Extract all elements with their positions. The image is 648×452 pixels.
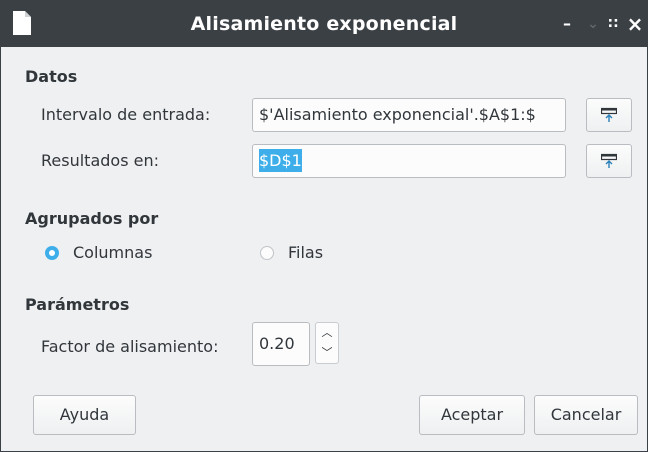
close-button[interactable]: × xyxy=(625,14,645,34)
window-title: Alisamiento exponencial xyxy=(190,13,458,35)
input-range-label: Intervalo de entrada: xyxy=(41,105,211,124)
chevron-up-icon[interactable]: ︿ xyxy=(316,323,338,343)
cancel-button[interactable]: Cancelar xyxy=(534,395,638,435)
input-range-value: $'Alisamiento exponencial'.$A$1:$ xyxy=(259,105,536,124)
radio-filas-label[interactable]: Filas xyxy=(288,243,323,262)
exponential-smoothing-dialog: Alisamiento exponencial – ⌄ ∷ × Datos In… xyxy=(0,0,648,452)
smoothing-factor-spinner[interactable]: ︿ ﹀ xyxy=(315,322,339,364)
shade-button[interactable]: ⌄ xyxy=(583,14,603,34)
smoothing-factor-label: Factor de alisamiento: xyxy=(41,337,219,356)
radio-filas[interactable] xyxy=(260,246,274,260)
section-grouped-heading: Agrupados por xyxy=(25,209,159,228)
chevron-down-icon[interactable]: ﹀ xyxy=(316,343,338,363)
smoothing-factor-value: 0.20 xyxy=(259,334,295,353)
input-range-field[interactable]: $'Alisamiento exponencial'.$A$1:$ xyxy=(252,98,566,132)
shrink-dialog-icon xyxy=(601,107,617,122)
results-field[interactable]: $D$1 xyxy=(252,144,566,178)
radio-columnas[interactable] xyxy=(45,246,59,260)
results-shrink-button[interactable] xyxy=(586,144,632,178)
smoothing-factor-input[interactable]: 0.20 xyxy=(252,322,310,366)
section-datos-heading: Datos xyxy=(25,67,78,86)
input-range-shrink-button[interactable] xyxy=(586,98,632,132)
results-label: Resultados en: xyxy=(41,151,159,170)
results-value: $D$1 xyxy=(259,149,302,172)
radio-columnas-label[interactable]: Columnas xyxy=(73,243,152,262)
keep-above-button[interactable]: ∷ xyxy=(603,14,623,34)
ok-button[interactable]: Aceptar xyxy=(419,395,525,435)
minimize-button[interactable]: – xyxy=(557,14,577,34)
help-button[interactable]: Ayuda xyxy=(33,395,136,435)
title-bar[interactable]: Alisamiento exponencial – ⌄ ∷ × xyxy=(1,1,647,47)
shrink-dialog-icon xyxy=(601,153,617,168)
section-params-heading: Parámetros xyxy=(25,295,130,314)
